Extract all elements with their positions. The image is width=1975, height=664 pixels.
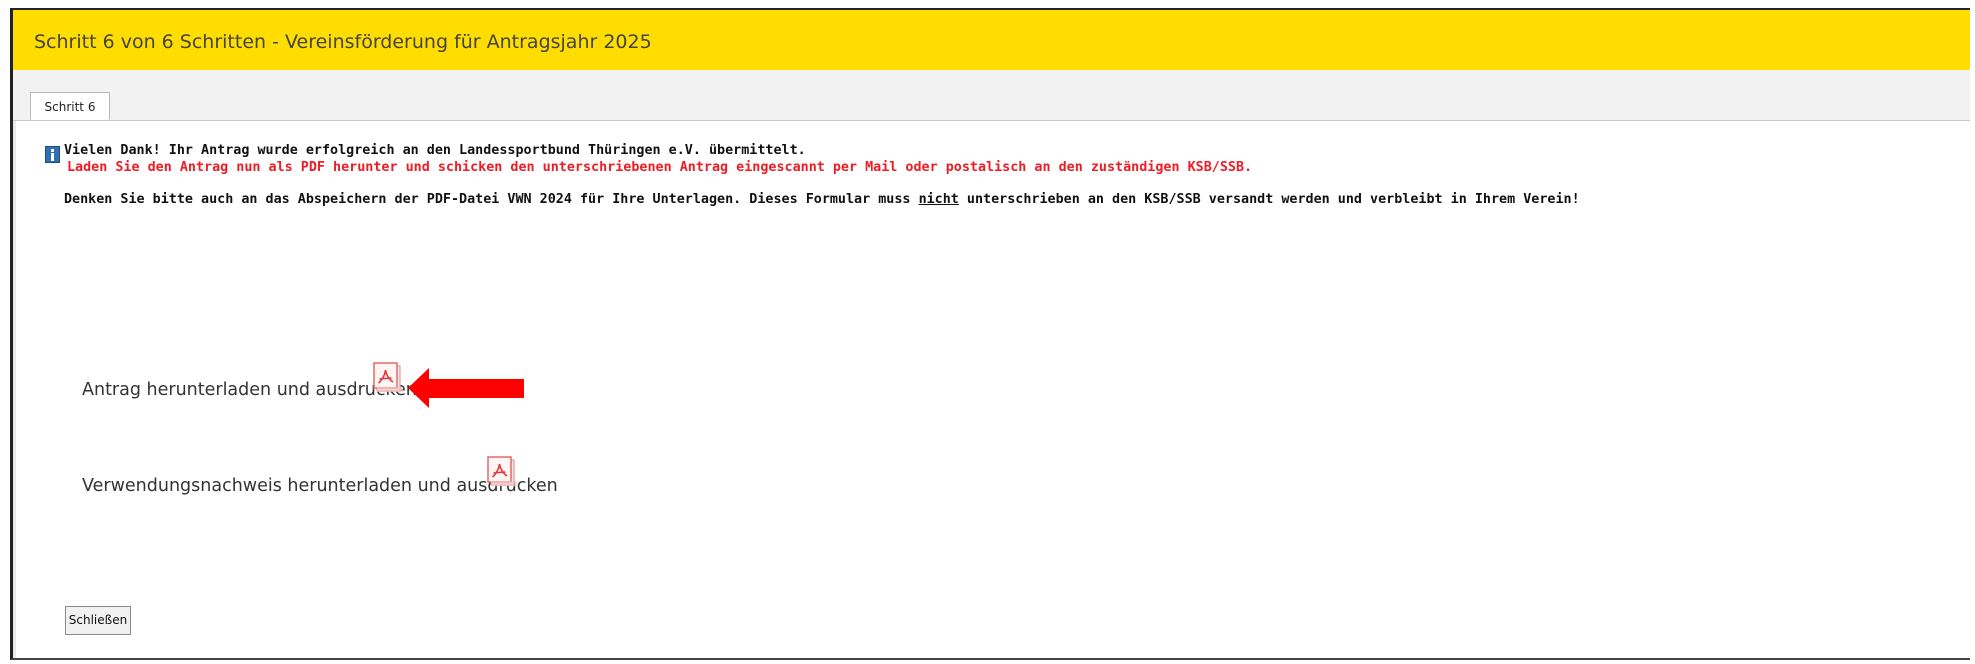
dialog-window: Schritt 6 von 6 Schritten - Vereinsförde… [10, 8, 1970, 660]
pdf-instruction-message: Laden Sie den Antrag nun als PDF herunte… [67, 160, 1253, 175]
success-message: Vielen Dank! Ihr Antrag wurde erfolgreic… [64, 143, 806, 158]
tab-strip: Schritt 6 [13, 70, 1970, 121]
close-button[interactable]: Schließen [65, 606, 131, 635]
download-antrag-label: Antrag herunterladen und ausdrucken [82, 380, 417, 400]
reminder-text-after: unterschrieben an den KSB/SSB versandt w… [958, 192, 1580, 207]
pdf-icon[interactable] [487, 455, 520, 489]
content-panel: Vielen Dank! Ihr Antrag wurde erfolgreic… [13, 121, 1970, 658]
title-bar: Schritt 6 von 6 Schritten - Vereinsförde… [13, 10, 1970, 70]
vwn-reminder-message: Denken Sie bitte auch an das Abspeichern… [64, 192, 1580, 207]
pdf-icon[interactable] [373, 361, 406, 395]
info-icon [45, 146, 60, 163]
arrow-left-icon [408, 368, 524, 408]
reminder-emphasis: nicht [918, 192, 959, 207]
tab-schritt-6[interactable]: Schritt 6 [30, 92, 110, 120]
reminder-text-before: Denken Sie bitte auch an das Abspeichern… [64, 192, 919, 207]
window-title: Schritt 6 von 6 Schritten - Vereinsförde… [34, 31, 652, 53]
